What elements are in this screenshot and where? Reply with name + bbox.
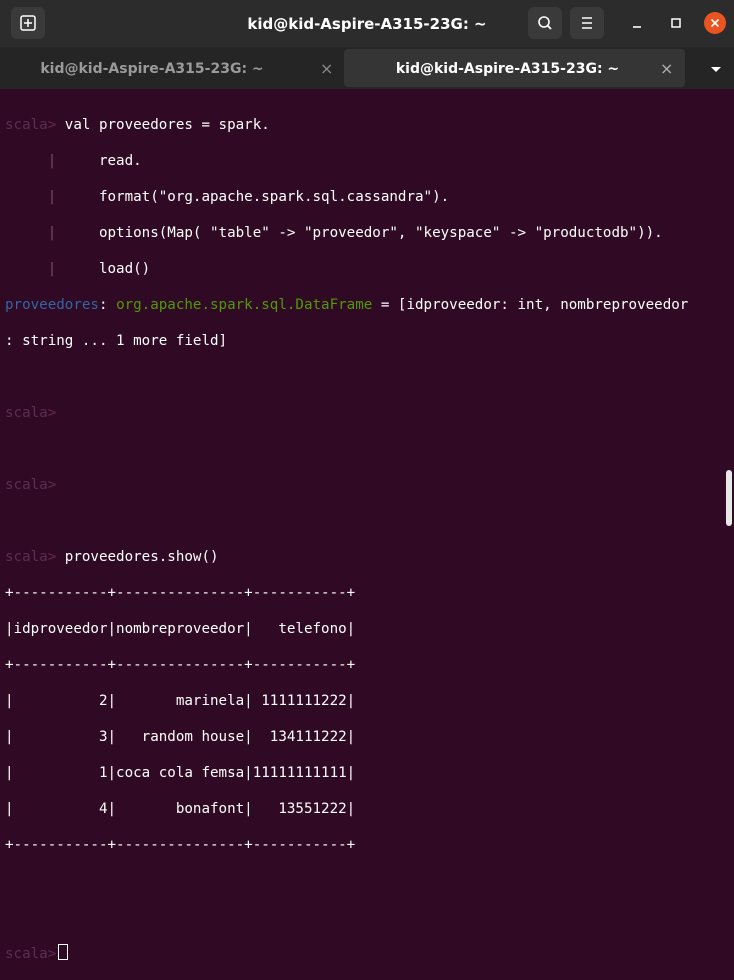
scrollbar[interactable] xyxy=(726,470,732,526)
title-bar: kid@kid-Aspire-A315-23G: ~ xyxy=(0,0,734,47)
terminal-line: scala> xyxy=(5,404,734,422)
continuation-prefix: | xyxy=(5,189,57,205)
terminal-line: scala> proveedores.show() xyxy=(5,548,734,566)
maximize-button[interactable] xyxy=(665,12,687,34)
prompt: scala> xyxy=(5,549,57,565)
prompt: scala> xyxy=(5,405,57,421)
tab-1-label: kid@kid-Aspire-A315-23G: ~ xyxy=(40,61,264,77)
result-value: = [idproveedor: int, nombreproveedor xyxy=(372,297,689,313)
close-icon xyxy=(710,18,720,28)
minimize-icon xyxy=(633,26,641,28)
terminal-line: scala> xyxy=(5,476,734,494)
command-text: read. xyxy=(56,153,142,169)
prompt: scala> xyxy=(5,117,57,133)
table-header: |idproveedor|nombreproveedor| telefono| xyxy=(5,621,356,637)
terminal-line: scala> val proveedores = spark. xyxy=(5,116,734,134)
minimize-button[interactable] xyxy=(626,12,648,34)
continuation-prefix: | xyxy=(5,261,57,277)
tabs-dropdown-button[interactable] xyxy=(706,61,726,80)
search-button[interactable] xyxy=(528,7,562,39)
table-border: +-----------+---------------+-----------… xyxy=(5,585,356,601)
tab-2-label: kid@kid-Aspire-A315-23G: ~ xyxy=(395,61,620,77)
maximize-icon xyxy=(671,18,681,28)
tab-2[interactable]: kid@kid-Aspire-A315-23G: ~ × xyxy=(344,49,685,87)
table-row: | 4| bonafont| 13551222| xyxy=(5,801,356,817)
window-title: kid@kid-Aspire-A315-23G: ~ xyxy=(247,15,487,33)
terminal-line: | format("org.apache.spark.sql.cassandra… xyxy=(5,188,734,206)
terminal-output[interactable]: scala> val proveedores = spark. | read. … xyxy=(5,98,734,962)
text-cursor xyxy=(58,944,69,960)
continuation-prefix: | xyxy=(5,153,57,169)
prompt: scala> xyxy=(5,946,57,962)
table-border: +-----------+---------------+-----------… xyxy=(5,657,356,673)
terminal-line: | load() xyxy=(5,260,734,278)
terminal-line: proveedores: org.apache.spark.sql.DataFr… xyxy=(5,296,734,314)
table-border: +-----------+---------------+-----------… xyxy=(5,837,356,853)
search-icon xyxy=(538,16,552,30)
result-colon: : xyxy=(98,297,117,313)
terminal-line: : string ... 1 more field] xyxy=(5,332,734,350)
continuation-prefix: | xyxy=(5,225,57,241)
command-text: val proveedores = spark. xyxy=(56,117,270,133)
table-row: | 1|coca cola femsa|11111111111| xyxy=(5,765,356,781)
hamburger-menu-icon xyxy=(582,17,592,29)
result-var-name: proveedores xyxy=(5,297,99,313)
command-text: load() xyxy=(56,261,151,277)
close-button[interactable] xyxy=(704,12,726,34)
chevron-down-icon xyxy=(711,67,721,72)
prompt: scala> xyxy=(5,477,57,493)
tab-1[interactable]: kid@kid-Aspire-A315-23G: ~ × xyxy=(4,49,344,87)
result-value-cont: : string ... 1 more field] xyxy=(5,333,228,349)
menu-button[interactable] xyxy=(570,7,604,39)
tab-bar: kid@kid-Aspire-A315-23G: ~ × kid@kid-Asp… xyxy=(0,47,734,89)
tab-2-close-icon[interactable]: × xyxy=(660,59,673,78)
table-row: | 3| random house| 134111222| xyxy=(5,729,356,745)
result-type: org.apache.spark.sql.DataFrame xyxy=(116,297,373,313)
terminal-line: | options(Map( "table" -> "proveedor", "… xyxy=(5,224,734,242)
command-text: format("org.apache.spark.sql.cassandra")… xyxy=(56,189,450,205)
table-row: | 2| marinela| 1111111222| xyxy=(5,693,356,709)
terminal-line: | read. xyxy=(5,152,734,170)
command-text: proveedores.show() xyxy=(56,549,219,565)
terminal-line: scala> xyxy=(5,944,734,962)
command-text: options(Map( "table" -> "proveedor", "ke… xyxy=(56,225,663,241)
tab-1-close-icon[interactable]: × xyxy=(320,59,333,78)
